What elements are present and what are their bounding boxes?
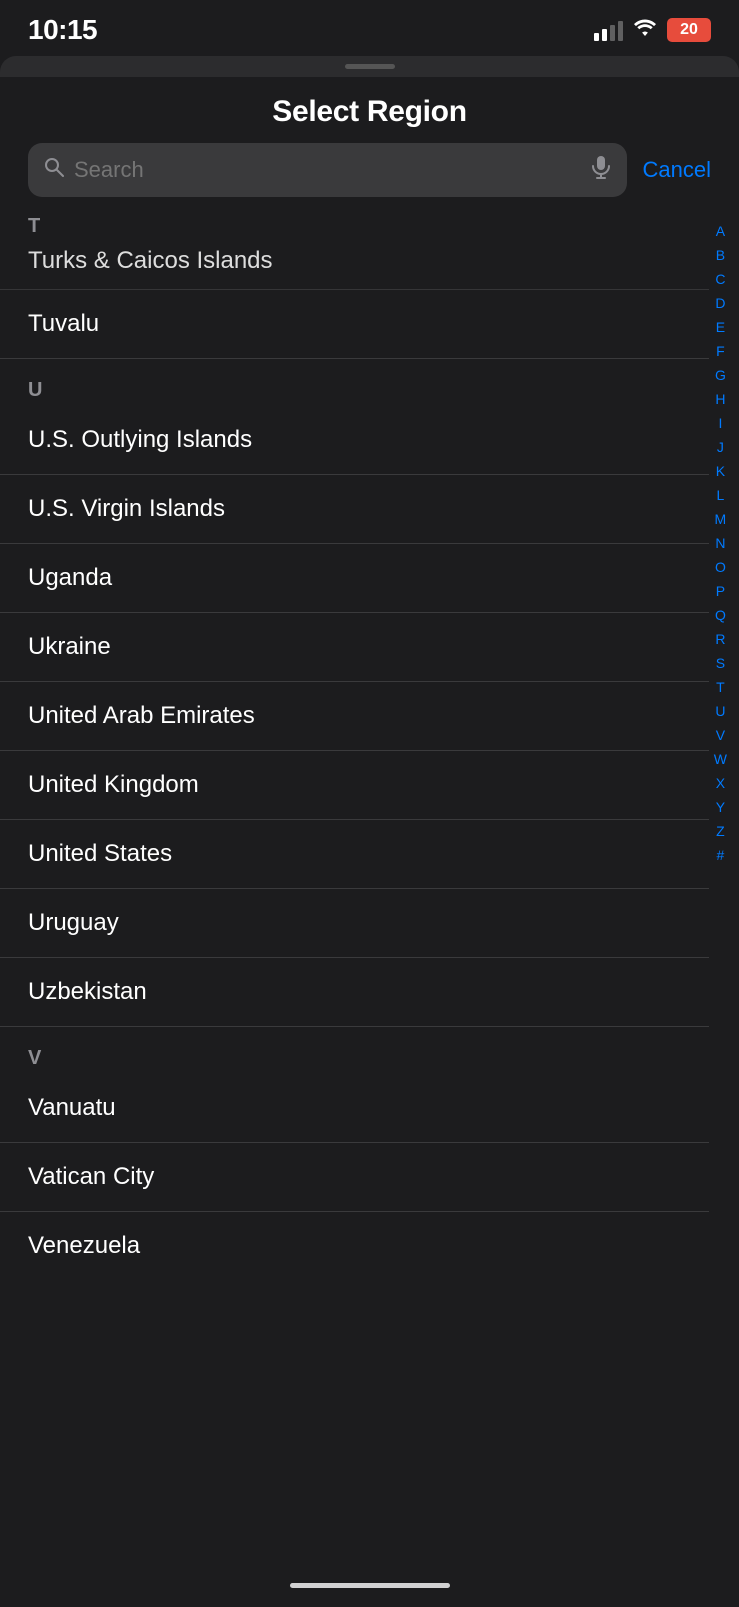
alpha-I[interactable]: I	[714, 412, 726, 435]
list-item[interactable]: Venezuela	[0, 1212, 709, 1280]
alpha-C[interactable]: C	[711, 268, 729, 291]
list-item[interactable]: Turks & Caicos Islands	[0, 242, 709, 290]
battery-icon: 20	[667, 18, 711, 42]
alpha-D[interactable]: D	[711, 292, 729, 315]
main-container: Select Region Cancel	[0, 77, 739, 1607]
search-bar[interactable]	[28, 143, 627, 197]
alpha-W[interactable]: W	[710, 748, 731, 771]
alpha-T[interactable]: T	[712, 676, 729, 699]
search-input[interactable]	[74, 157, 581, 183]
alpha-F[interactable]: F	[712, 340, 729, 363]
alphabet-index: A B C D E F G H I J K L M N O P Q R S T …	[710, 220, 731, 867]
alpha-A[interactable]: A	[712, 220, 729, 243]
battery-level: 20	[680, 21, 698, 39]
alpha-O[interactable]: O	[711, 556, 730, 579]
alpha-S[interactable]: S	[712, 652, 729, 675]
alpha-J[interactable]: J	[713, 436, 728, 459]
list-item[interactable]: Uganda	[0, 544, 709, 613]
section-header-t: T	[0, 207, 709, 242]
search-icon	[44, 157, 64, 183]
alpha-V[interactable]: V	[712, 724, 729, 747]
status-time: 10:15	[28, 14, 97, 46]
alpha-M[interactable]: M	[711, 508, 731, 531]
list-item[interactable]: Uzbekistan	[0, 958, 709, 1027]
section-header-u: U	[0, 371, 709, 406]
status-bar: 10:15 20	[0, 0, 739, 56]
alpha-H[interactable]: H	[711, 388, 729, 411]
wifi-icon	[633, 18, 657, 42]
sheet-handle-area	[0, 56, 739, 77]
microphone-icon[interactable]	[591, 155, 611, 185]
alpha-Z[interactable]: Z	[712, 820, 729, 843]
page-title: Select Region	[272, 95, 466, 128]
list-item[interactable]: U.S. Outlying Islands	[0, 406, 709, 475]
sheet-handle	[345, 64, 395, 69]
alpha-K[interactable]: K	[712, 460, 729, 483]
alpha-Q[interactable]: Q	[711, 604, 730, 627]
list-item[interactable]: Ukraine	[0, 613, 709, 682]
list-item[interactable]: Vanuatu	[0, 1074, 709, 1143]
section-header-v: V	[0, 1039, 709, 1074]
list-item[interactable]: United States	[0, 820, 709, 889]
status-icons: 20	[594, 18, 711, 42]
list-item[interactable]: Vatican City	[0, 1143, 709, 1212]
alpha-L[interactable]: L	[712, 484, 728, 507]
page-header: Select Region	[0, 77, 739, 143]
alpha-hash[interactable]: #	[712, 844, 728, 867]
list-item-united-arab-emirates[interactable]: United Arab Emirates	[0, 682, 709, 751]
cancel-button[interactable]: Cancel	[643, 157, 711, 183]
list-item[interactable]: Tuvalu	[0, 290, 709, 359]
search-container: Cancel	[0, 143, 739, 197]
alpha-R[interactable]: R	[711, 628, 729, 651]
alpha-X[interactable]: X	[712, 772, 729, 795]
alpha-E[interactable]: E	[712, 316, 729, 339]
list-item[interactable]: Uruguay	[0, 889, 709, 958]
list-item[interactable]: U.S. Virgin Islands	[0, 475, 709, 544]
list-item[interactable]: United Kingdom	[0, 751, 709, 820]
alpha-P[interactable]: P	[712, 580, 729, 603]
signal-icon	[594, 19, 623, 41]
alpha-N[interactable]: N	[711, 532, 729, 555]
alpha-G[interactable]: G	[711, 364, 730, 387]
region-list: T Turks & Caicos Islands Tuvalu U U.S. O…	[0, 207, 739, 1280]
alpha-B[interactable]: B	[712, 244, 729, 267]
alpha-U[interactable]: U	[711, 700, 729, 723]
alpha-Y[interactable]: Y	[712, 796, 729, 819]
home-indicator	[290, 1583, 450, 1588]
